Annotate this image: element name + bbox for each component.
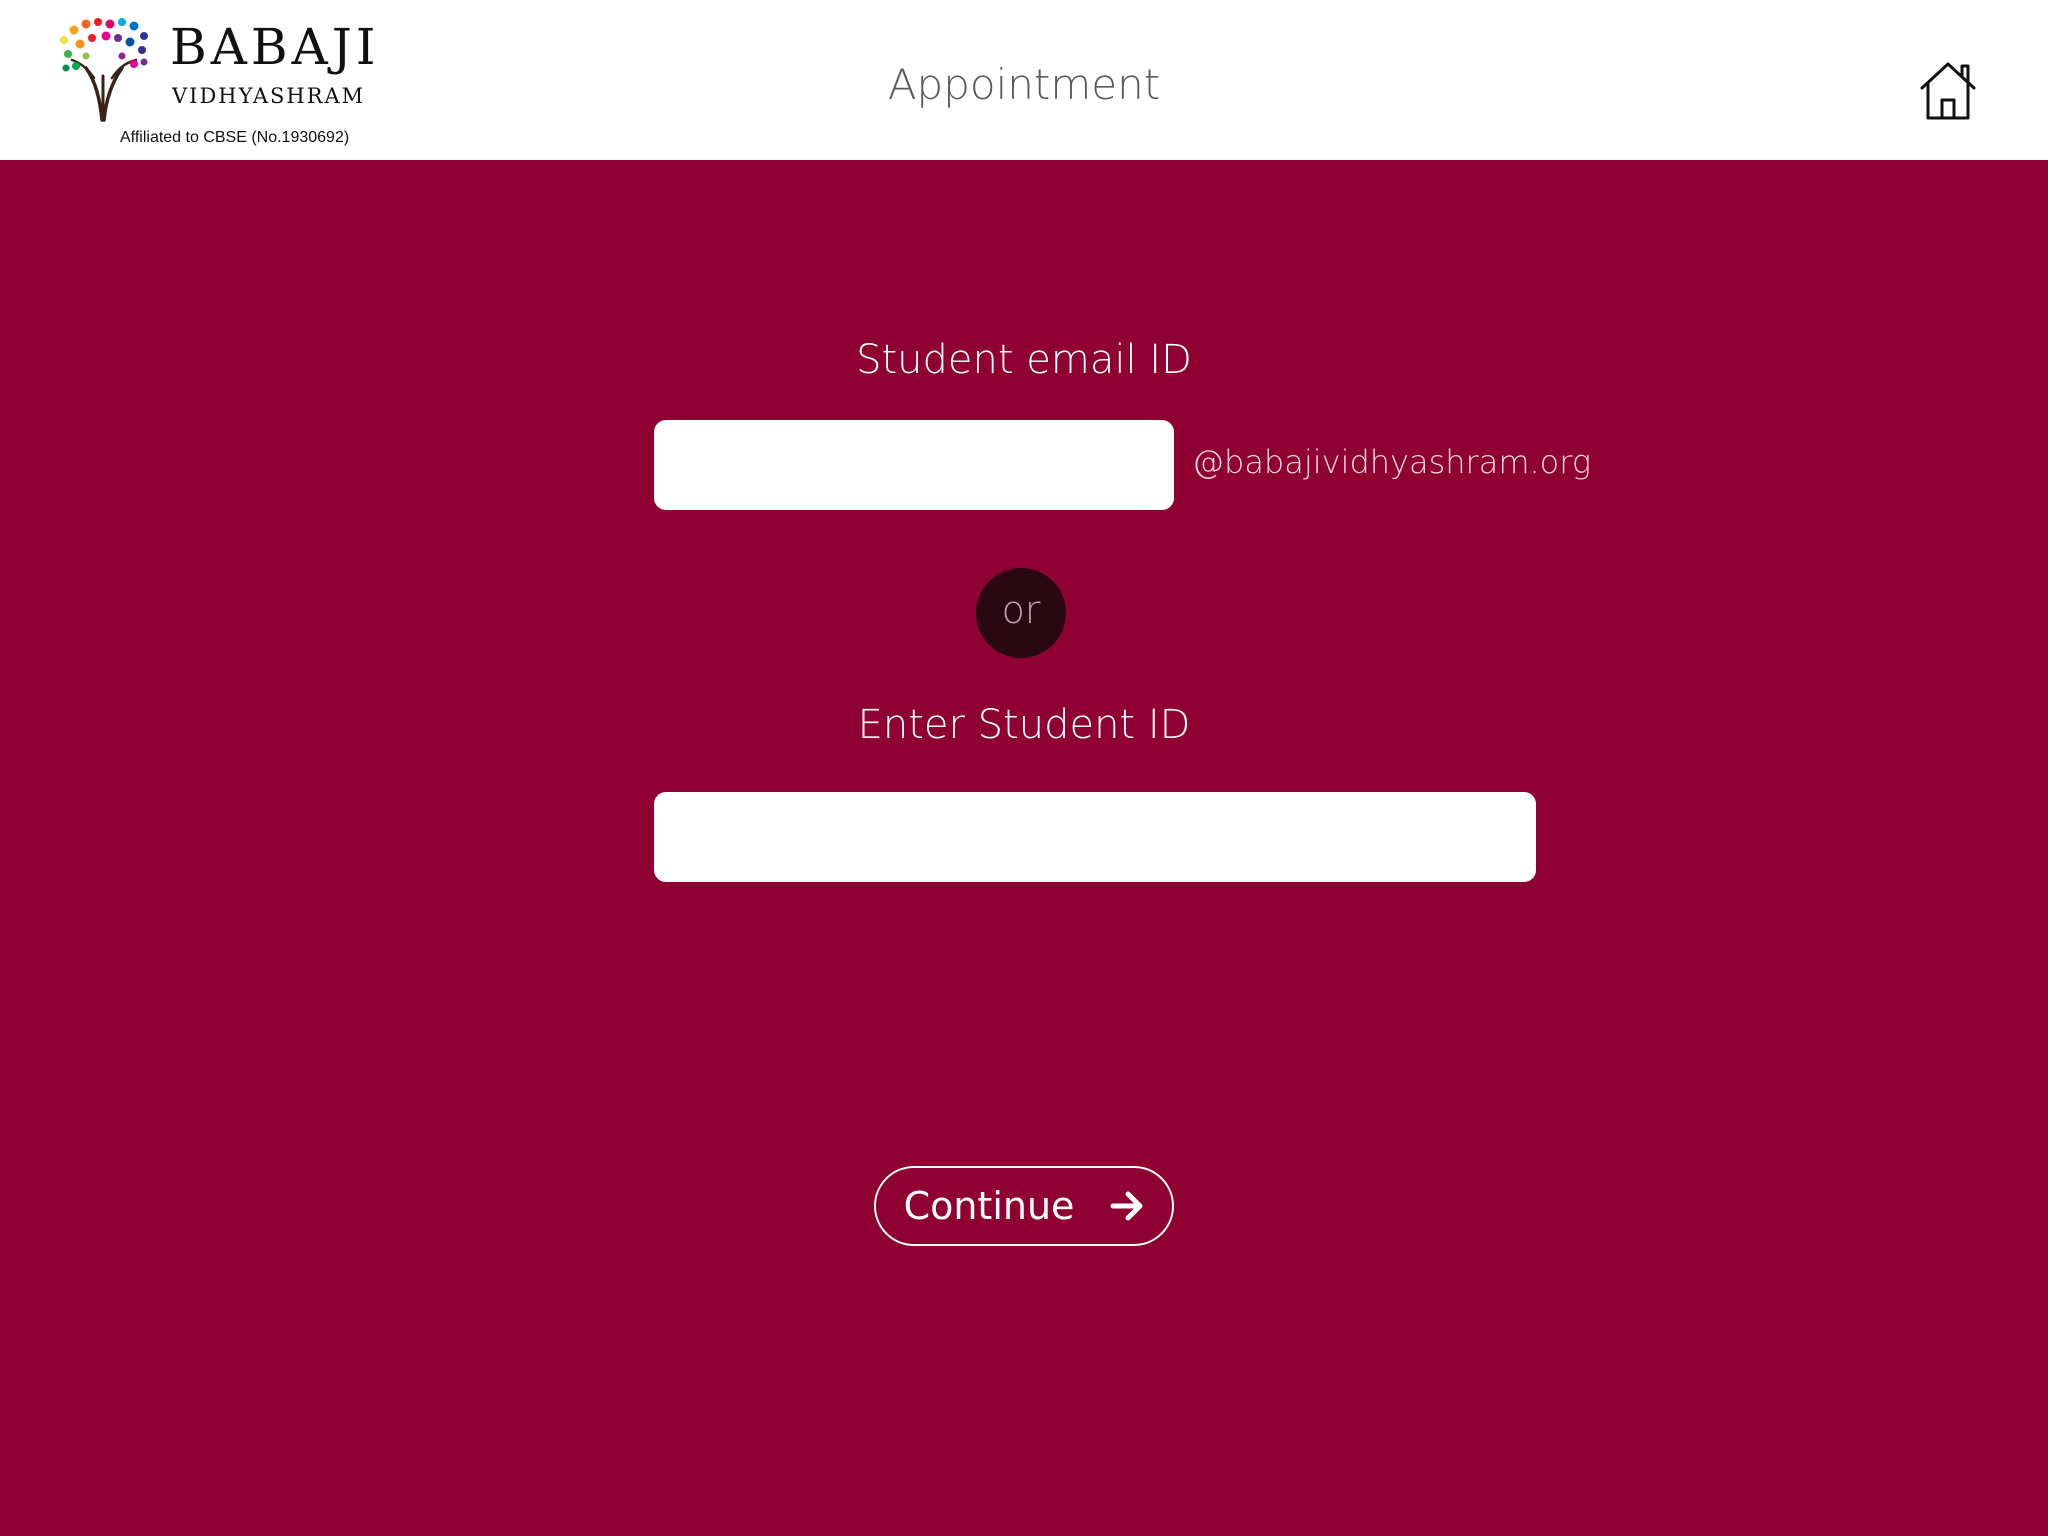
continue-button[interactable]: Continue: [874, 1166, 1174, 1246]
or-divider: or: [976, 568, 1066, 658]
logo-affiliation: Affiliated to CBSE (No.1930692): [120, 129, 350, 146]
student-id-input[interactable]: [654, 792, 1536, 882]
appointment-form: Student email ID @babajividhyashram.org …: [0, 160, 2048, 1536]
home-button[interactable]: [1918, 58, 1978, 122]
continue-label: Continue: [903, 1184, 1075, 1228]
email-domain-suffix: @babajividhyashram.org: [1192, 443, 1592, 481]
page-title: Appointment: [887, 60, 1161, 109]
or-text: or: [1001, 588, 1041, 632]
student-id-label: Enter Student ID: [857, 702, 1191, 748]
student-email-input[interactable]: [654, 420, 1174, 510]
student-email-label: Student email ID: [856, 337, 1192, 383]
app-header: BABAJI VIDHYASHRAM Affiliated to CBSE (N…: [0, 0, 2048, 160]
arrow-right-icon: [1110, 1191, 1143, 1221]
home-icon: [1920, 62, 1976, 120]
